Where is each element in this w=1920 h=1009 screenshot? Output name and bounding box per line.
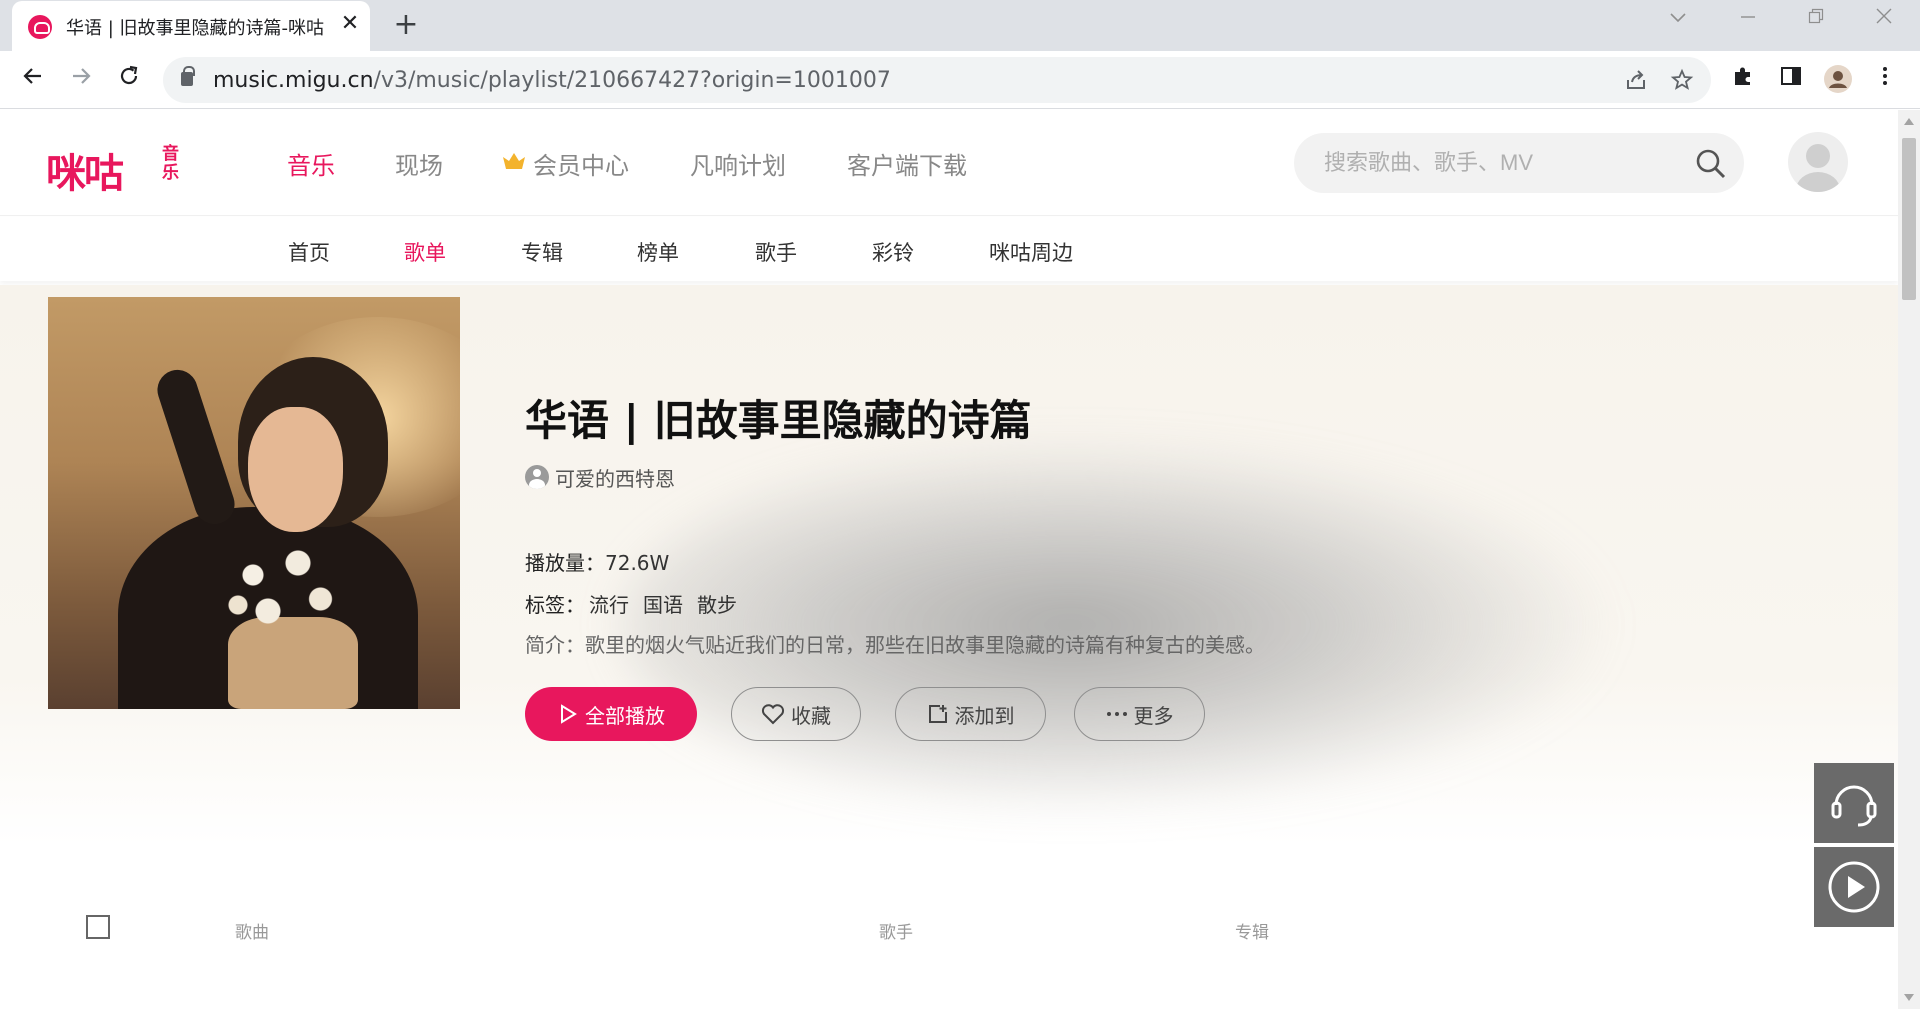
browser-tab-bar: 华语 | 旧故事里隐藏的诗篇-咪咕 ✕ + bbox=[0, 0, 1920, 51]
address-bar[interactable]: music.migu.cn/v3/music/playlist/21066742… bbox=[163, 57, 1711, 103]
customer-service-button[interactable] bbox=[1814, 763, 1894, 843]
restore-icon[interactable] bbox=[1796, 8, 1836, 36]
subnav-home[interactable]: 首页 bbox=[288, 237, 330, 267]
browser-tab[interactable]: 华语 | 旧故事里隐藏的诗篇-咪咕 ✕ bbox=[12, 1, 370, 51]
scroll-down-arrow-icon[interactable] bbox=[1904, 994, 1914, 1001]
nav-client-download[interactable]: 客户端下载 bbox=[847, 146, 967, 181]
more-button[interactable]: 更多 bbox=[1074, 687, 1205, 741]
sub-navigation: 首页 歌单 专辑 榜单 歌手 彩铃 咪咕周边 bbox=[0, 217, 1898, 281]
play-count-value: 72.6W bbox=[605, 551, 670, 575]
profile-icon[interactable] bbox=[1821, 64, 1855, 98]
site-header: 咪咕 音乐 音乐 现场 会员中心 凡响计划 客户端下载 bbox=[0, 110, 1898, 216]
search-input[interactable] bbox=[1324, 149, 1664, 177]
back-arrow-icon[interactable] bbox=[16, 63, 50, 97]
headset-icon bbox=[1831, 785, 1877, 827]
subnav-merch[interactable]: 咪咕周边 bbox=[989, 237, 1073, 267]
playlist-intro: 简介：歌里的烟火气贴近我们的日常，那些在旧故事里隐藏的诗篇有种复古的美感。 bbox=[525, 633, 1265, 657]
logo-subtext: 音乐 bbox=[162, 144, 179, 183]
tab-title: 华语 | 旧故事里隐藏的诗篇-咪咕 bbox=[66, 18, 325, 39]
user-avatar[interactable] bbox=[1788, 132, 1848, 192]
tab-search-icon[interactable] bbox=[1658, 8, 1698, 36]
tab-close-icon[interactable]: ✕ bbox=[338, 11, 362, 37]
new-tab-button[interactable]: + bbox=[390, 8, 422, 42]
logo-text: 咪咕 bbox=[46, 151, 124, 197]
side-panel-icon[interactable] bbox=[1774, 64, 1808, 98]
heart-icon bbox=[761, 704, 785, 725]
more-dots-icon bbox=[1106, 712, 1127, 716]
minimize-icon[interactable] bbox=[1728, 8, 1768, 36]
migu-logo[interactable]: 咪咕 音乐 bbox=[46, 141, 179, 198]
playlist-tags: 标签： 流行 国语 散步 bbox=[525, 593, 737, 617]
extensions-puzzle-icon[interactable] bbox=[1726, 64, 1760, 98]
favorite-button[interactable]: 收藏 bbox=[731, 687, 861, 741]
scroll-up-arrow-icon[interactable] bbox=[1904, 118, 1914, 125]
subnav-playlists[interactable]: 歌单 bbox=[404, 237, 446, 267]
add-to-list-icon bbox=[928, 705, 947, 723]
crown-icon bbox=[503, 153, 525, 169]
migu-favicon-icon bbox=[28, 15, 52, 39]
song-list-header bbox=[0, 892, 1898, 952]
playlist-cover-image[interactable] bbox=[48, 297, 460, 709]
play-circle-icon bbox=[1828, 861, 1880, 913]
select-all-checkbox[interactable] bbox=[86, 915, 110, 939]
subnav-singers[interactable]: 歌手 bbox=[755, 237, 797, 267]
play-count: 播放量：72.6W bbox=[525, 551, 670, 575]
tag-item[interactable]: 国语 bbox=[643, 593, 683, 617]
nav-fanxiang-plan[interactable]: 凡响计划 bbox=[690, 146, 786, 181]
play-icon bbox=[561, 704, 577, 724]
search-box bbox=[1294, 133, 1744, 193]
scrollbar-thumb[interactable] bbox=[1902, 138, 1916, 300]
browser-menu-icon[interactable] bbox=[1868, 64, 1902, 98]
tag-item[interactable]: 流行 bbox=[589, 593, 629, 617]
share-icon[interactable] bbox=[1623, 68, 1649, 94]
column-singer: 歌手 bbox=[879, 923, 913, 943]
background-blur bbox=[620, 435, 1620, 815]
search-icon[interactable] bbox=[1694, 147, 1728, 181]
play-all-button[interactable]: 全部播放 bbox=[525, 687, 697, 741]
nav-live[interactable]: 现场 bbox=[395, 146, 443, 181]
window-close-icon[interactable] bbox=[1864, 8, 1904, 36]
playlist-title: 华语 | 旧故事里隐藏的诗篇 bbox=[525, 396, 1032, 445]
player-button[interactable] bbox=[1814, 847, 1894, 927]
user-icon bbox=[525, 465, 549, 489]
page-scrollbar[interactable] bbox=[1898, 110, 1920, 1009]
tag-item[interactable]: 散步 bbox=[697, 593, 737, 617]
reload-icon[interactable] bbox=[112, 63, 146, 97]
bookmark-star-icon[interactable] bbox=[1669, 68, 1695, 94]
nav-music[interactable]: 音乐 bbox=[287, 146, 335, 181]
page-content: 咪咕 音乐 音乐 现场 会员中心 凡响计划 客户端下载 首页 歌单 专辑 榜单 … bbox=[0, 110, 1898, 1009]
forward-arrow-icon[interactable] bbox=[64, 63, 98, 97]
column-album: 专辑 bbox=[1235, 923, 1269, 943]
subnav-albums[interactable]: 专辑 bbox=[521, 237, 563, 267]
lock-icon bbox=[181, 66, 195, 86]
subnav-charts[interactable]: 榜单 bbox=[637, 237, 679, 267]
nav-vip-center[interactable]: 会员中心 bbox=[533, 146, 629, 181]
subnav-ringtones[interactable]: 彩铃 bbox=[872, 237, 914, 267]
column-song: 歌曲 bbox=[235, 923, 269, 943]
browser-toolbar: music.migu.cn/v3/music/playlist/21066742… bbox=[0, 51, 1920, 109]
creator-name: 可爱的西特恩 bbox=[555, 467, 675, 491]
add-to-button[interactable]: 添加到 bbox=[895, 687, 1046, 741]
url-text: music.migu.cn/v3/music/playlist/21066742… bbox=[213, 68, 891, 93]
